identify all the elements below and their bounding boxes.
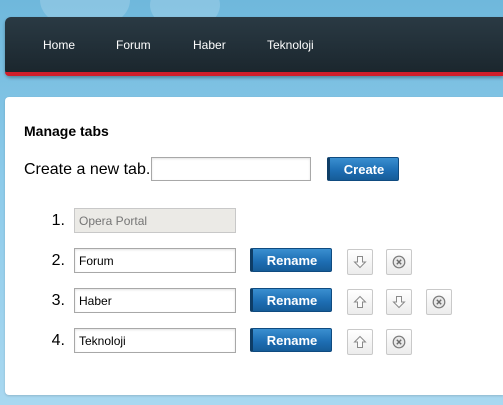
arrow-up-icon <box>353 335 367 348</box>
tab-number: 4. <box>51 332 65 349</box>
arrow-up-icon <box>353 295 367 308</box>
nav-item-home[interactable]: Home <box>43 38 75 52</box>
tab-name-input-2[interactable] <box>74 248 236 273</box>
tab-number: 2. <box>51 252 65 269</box>
delete-tab-button[interactable] <box>386 329 412 355</box>
move-down-button[interactable] <box>386 289 412 315</box>
move-down-button[interactable] <box>347 249 373 275</box>
tab-number: 3. <box>51 292 65 309</box>
tab-name-input-4[interactable] <box>74 328 236 353</box>
rename-button[interactable]: Rename <box>250 248 332 272</box>
move-up-button[interactable] <box>347 289 373 315</box>
close-circle-icon <box>392 335 406 349</box>
tab-name-input-1 <box>74 208 236 233</box>
close-circle-icon <box>432 295 446 309</box>
top-navbar: Home Forum Haber Teknoloji <box>5 17 503 76</box>
arrow-down-icon <box>353 256 367 269</box>
delete-tab-button[interactable] <box>426 289 452 315</box>
manage-tabs-panel: Manage tabs Create a new tab. Create 1. … <box>5 97 503 395</box>
rename-button[interactable]: Rename <box>250 328 332 352</box>
tab-number: 1. <box>51 212 65 229</box>
create-tab-label: Create a new tab. <box>24 161 151 178</box>
nav-item-forum[interactable]: Forum <box>116 38 151 52</box>
tab-name-input-3[interactable] <box>74 288 236 313</box>
move-up-button[interactable] <box>347 329 373 355</box>
new-tab-name-input[interactable] <box>151 157 311 181</box>
page-title: Manage tabs <box>24 123 109 139</box>
rename-button[interactable]: Rename <box>250 288 332 312</box>
delete-tab-button[interactable] <box>386 249 412 275</box>
close-circle-icon <box>392 255 406 269</box>
create-button[interactable]: Create <box>327 157 399 181</box>
navbar-accent-line <box>5 72 503 76</box>
nav-item-teknoloji[interactable]: Teknoloji <box>267 38 314 52</box>
nav-item-haber[interactable]: Haber <box>193 38 226 52</box>
arrow-down-icon <box>392 296 406 309</box>
